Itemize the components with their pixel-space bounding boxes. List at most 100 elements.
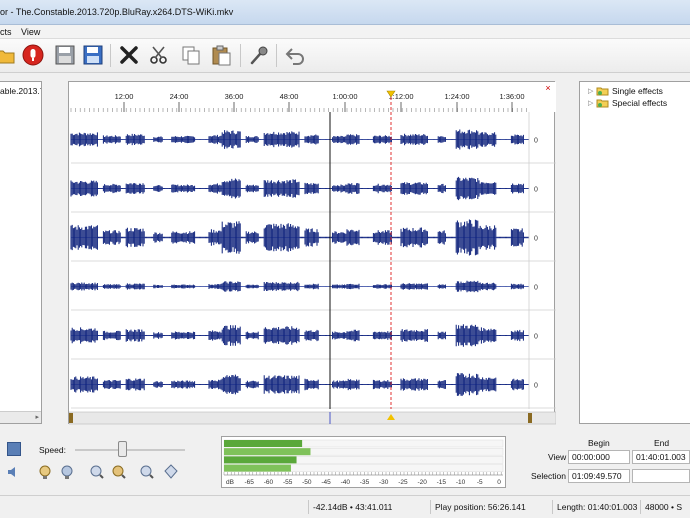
overview-right-handle[interactable] — [528, 413, 532, 423]
level-meter: dB -65 -60 -55 -50 -45 -40 -35 -30 -25 -20 -15 -10 -5… — [221, 436, 506, 488]
view-label: View — [548, 452, 567, 462]
meter-scale-label: -10 — [456, 479, 466, 486]
effects-folder-icon — [596, 99, 609, 108]
toolbar — [0, 39, 690, 73]
scissors-icon — [150, 46, 167, 64]
file-list-panel: able.2013.72 ▸ — [0, 81, 42, 424]
cut-button[interactable] — [146, 42, 172, 68]
meter-scale-label: -65 — [245, 479, 255, 486]
copy-icon — [182, 46, 200, 65]
ruler-tick-label: 24:00 — [170, 92, 189, 101]
x-cross-icon — [120, 46, 138, 64]
overview-left-handle[interactable] — [69, 413, 73, 423]
waveform-editor[interactable]: 12:00 24:00 36:00 48:00 1:00:00 1:12:00 1:24:0… — [68, 81, 556, 425]
ruler-tick-label: 1:36:00 — [499, 92, 524, 101]
zoom-fit-icon[interactable] — [164, 464, 178, 480]
title-bar: or - The.Constable.2013.720p.BluRay.x264… — [0, 0, 690, 25]
meter-channel-level — [224, 440, 303, 447]
effects-folder-icon — [596, 87, 609, 96]
meter-channel-level — [224, 448, 311, 456]
overview-scrollbar[interactable] — [69, 411, 556, 425]
delete-button[interactable] — [116, 42, 142, 68]
speed-slider-track[interactable] — [75, 449, 185, 451]
meter-scale-label: -60 — [264, 479, 274, 486]
zoom-out-vertical-icon[interactable] — [60, 464, 74, 480]
zoom-selection-icon[interactable] — [140, 464, 154, 480]
expand-arrow-icon[interactable]: ▷ — [588, 87, 596, 95]
floppy-icon — [55, 45, 75, 65]
stop-button[interactable] — [7, 442, 21, 456]
undo-button[interactable] — [282, 42, 308, 68]
timeline-ruler[interactable] — [69, 82, 556, 112]
zoom-out-icon[interactable] — [112, 464, 126, 480]
ruler-tick-label: 1:00:00 — [332, 92, 357, 101]
menu-view[interactable]: View — [21, 27, 40, 37]
effects-panel: ▷ Single effects ▷ Special effects — [579, 81, 690, 424]
channel-db-label: 0 — [534, 236, 538, 243]
speaker-icon[interactable] — [6, 465, 20, 479]
selection-begin-field[interactable]: 01:09:49.570 — [568, 469, 630, 483]
horizontal-scrollbar[interactable]: ▸ — [0, 411, 41, 423]
open-folder-button[interactable] — [0, 42, 18, 68]
speed-label: Speed: — [39, 445, 66, 455]
meter-channel-level — [224, 464, 291, 472]
end-header: End — [654, 438, 670, 448]
folder-icon — [0, 50, 15, 64]
status-play-position: Play position: 56:26.141 — [430, 500, 526, 514]
close-editor-icon[interactable]: × — [545, 83, 550, 93]
view-begin-field[interactable]: 00:00:000 — [568, 450, 630, 464]
copy-button[interactable] — [178, 42, 204, 68]
tree-item-label: Special effects — [612, 98, 668, 108]
paste-icon — [212, 45, 231, 66]
status-rate: 48000 • S — [640, 500, 682, 514]
work-area: able.2013.72 ▸ 12:00 24:00 36:00 48:00 1:00:… — [0, 73, 690, 433]
status-level: -42.14dB • 43:41.011 — [308, 500, 392, 514]
tree-item-single-effects[interactable]: ▷ Single effects — [588, 85, 663, 97]
scroll-right-arrow-icon[interactable]: ▸ — [35, 413, 39, 421]
status-bar: -42.14dB • 43:41.011 Play position: 56:2… — [0, 495, 690, 518]
selection-label: Selection — [531, 471, 566, 481]
ruler-tick-label: 1:24:00 — [444, 92, 469, 101]
meter-scale-label: -5 — [477, 479, 483, 486]
meter-scale-label: -35 — [360, 479, 370, 486]
toolbar-separator — [276, 44, 277, 67]
meter-scale-label: -45 — [321, 479, 331, 486]
meter-scale-label: -40 — [341, 479, 351, 486]
record-icon — [22, 44, 44, 66]
begin-header: Begin — [588, 438, 610, 448]
waveform-canvas[interactable]: 12:00 24:00 36:00 48:00 1:00:00 1:12:00 1:24:0… — [69, 82, 556, 425]
record-button[interactable] — [20, 42, 46, 68]
channel-db-label: 0 — [534, 138, 538, 145]
microphone-icon — [250, 46, 268, 65]
undo-icon — [285, 48, 304, 65]
selection-end-field[interactable] — [632, 469, 690, 483]
save-as-button[interactable] — [80, 42, 106, 68]
channel-db-label: 0 — [534, 285, 538, 292]
view-end-field[interactable]: 01:40:01.003 — [632, 450, 690, 464]
window-title: or - The.Constable.2013.720p.BluRay.x264… — [0, 7, 234, 17]
tree-item-special-effects[interactable]: ▷ Special effects — [588, 97, 667, 109]
floppy-blue-icon — [83, 45, 103, 65]
toolbar-separator — [240, 44, 241, 67]
meter-scale-label: -50 — [302, 479, 312, 486]
toolbar-separator — [110, 44, 111, 67]
menu-effects[interactable]: cts — [0, 27, 12, 37]
paste-button[interactable] — [208, 42, 234, 68]
meter-scale-label: 0 — [497, 479, 501, 486]
zoom-in-vertical-icon[interactable] — [38, 464, 52, 480]
ruler-tick-label: 48:00 — [280, 92, 299, 101]
file-list-item[interactable]: able.2013.72 — [0, 86, 41, 96]
channel-db-label: 0 — [534, 383, 538, 390]
meter-scale-label: dB — [226, 479, 234, 486]
microphone-button[interactable] — [246, 42, 272, 68]
menu-bar: cts View — [0, 25, 690, 39]
meter-scale-label: -20 — [417, 479, 427, 486]
save-button[interactable] — [52, 42, 78, 68]
expand-arrow-icon[interactable]: ▷ — [588, 99, 596, 107]
tree-item-label: Single effects — [612, 86, 663, 96]
speed-slider-handle[interactable] — [118, 441, 127, 457]
level-meter-canvas: dB -65 -60 -55 -50 -45 -40 -35 -30 -25 -20 -15 -10 -5… — [223, 439, 504, 486]
ruler-tick-label: 36:00 — [225, 92, 244, 101]
zoom-in-icon[interactable] — [90, 464, 104, 480]
meter-channel-level — [224, 456, 297, 464]
